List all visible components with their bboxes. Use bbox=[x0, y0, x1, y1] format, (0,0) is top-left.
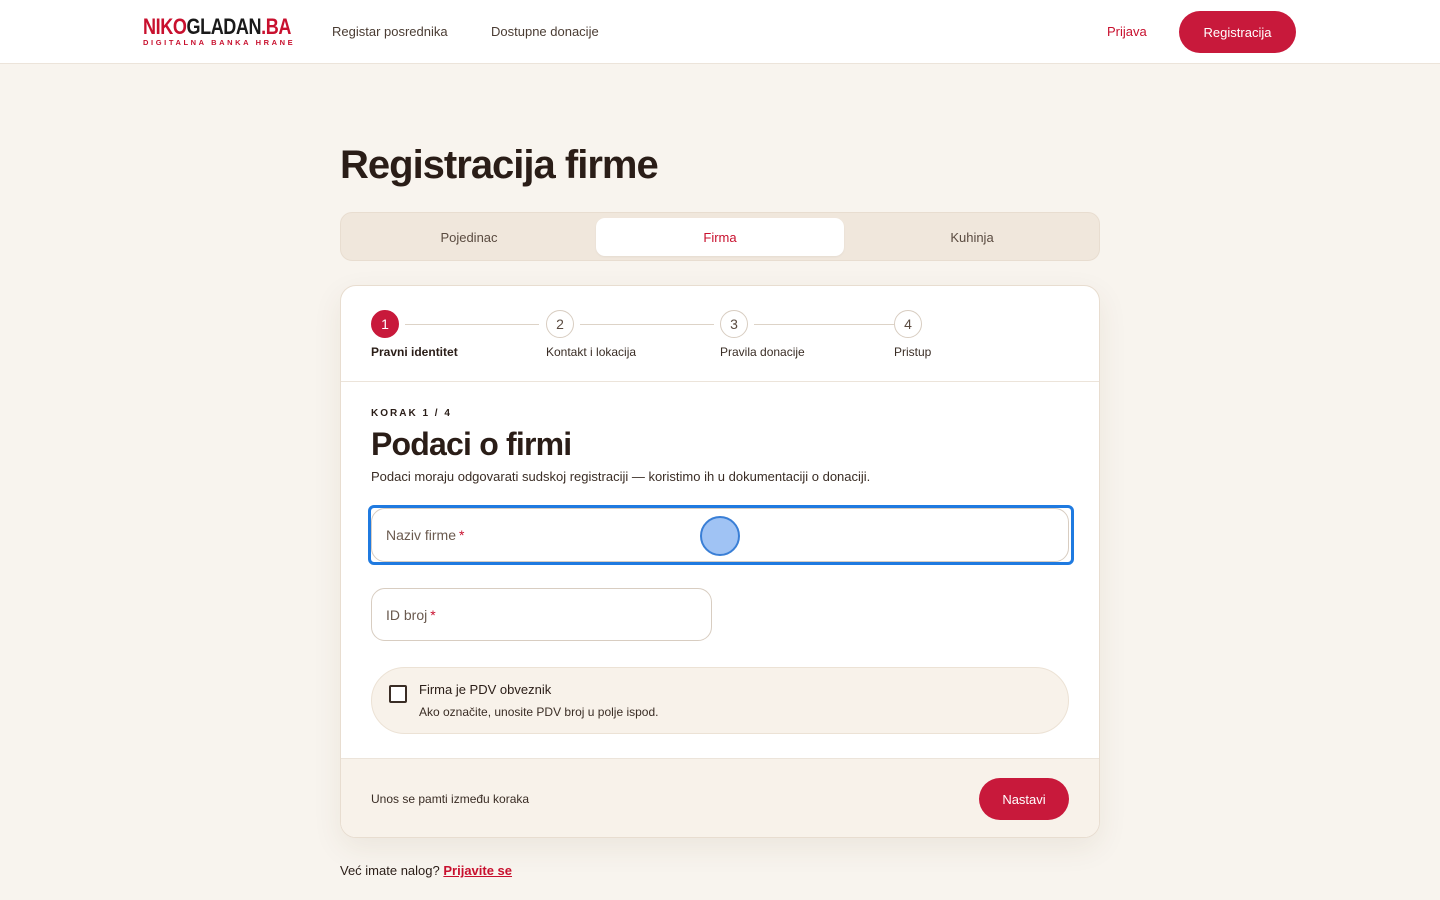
step-number: 3 bbox=[720, 310, 748, 338]
login-prompt-text: Već imate nalog? bbox=[340, 863, 440, 878]
company-name-label: Naziv firme bbox=[386, 527, 457, 543]
top-navigation: NIKOGLADAN.BA DIGITALNA BANKA HRANE Regi… bbox=[0, 0, 1440, 64]
pointer-cursor-icon bbox=[700, 516, 740, 556]
step-2: 2 Kontakt i lokacija bbox=[546, 310, 636, 359]
id-number-label: ID broj bbox=[386, 606, 428, 623]
step-label: Pristup bbox=[894, 345, 932, 359]
logo-wordmark-suffix: .BA bbox=[261, 14, 292, 39]
site-logo[interactable]: NIKOGLADAN.BA DIGITALNA BANKA HRANE bbox=[143, 16, 324, 47]
login-prompt-link[interactable]: Prijavite se bbox=[443, 863, 512, 878]
nav-link-registar-posrednika[interactable]: Registar posrednika bbox=[332, 24, 448, 39]
logo-wordmark-dark: GLADAN bbox=[186, 14, 262, 39]
login-link[interactable]: Prijava bbox=[1107, 24, 1147, 39]
step-connector bbox=[405, 324, 539, 325]
step-count: KORAK 1 / 4 bbox=[371, 408, 452, 419]
step-label: Pravni identitet bbox=[371, 345, 458, 359]
section-description: Podaci moraju odgovarati sudskoj registr… bbox=[371, 469, 871, 484]
tab-pojedinac[interactable]: Pojedinac bbox=[345, 218, 593, 256]
register-button[interactable]: Registracija bbox=[1179, 11, 1296, 53]
pdv-option[interactable]: Firma je PDV obveznik Ako označite, unos… bbox=[371, 667, 1069, 734]
id-number-field[interactable]: ID broj * bbox=[371, 588, 712, 641]
step-number: 2 bbox=[546, 310, 574, 338]
step-connector bbox=[580, 324, 714, 325]
step-1: 1 Pravni identitet bbox=[371, 310, 458, 359]
step-number: 4 bbox=[894, 310, 922, 338]
page-title: Registracija firme bbox=[340, 143, 659, 187]
logo-tagline: DIGITALNA BANKA HRANE bbox=[143, 38, 296, 47]
registration-card: 1 Pravni identitet 2 Kontakt i lokacija … bbox=[340, 285, 1100, 838]
next-button[interactable]: Nastavi bbox=[979, 778, 1069, 820]
stepper: 1 Pravni identitet 2 Kontakt i lokacija … bbox=[341, 286, 1099, 382]
tab-kuhinja[interactable]: Kuhinja bbox=[848, 218, 1096, 256]
required-mark: * bbox=[430, 606, 436, 623]
nav-link-dostupne-donacije[interactable]: Dostupne donacije bbox=[491, 24, 599, 39]
step-label: Kontakt i lokacija bbox=[546, 345, 637, 359]
step-connector bbox=[754, 324, 894, 325]
pdv-description: Ako označite, unosite PDV broj u polje i… bbox=[419, 705, 659, 719]
section-title: Podaci o firmi bbox=[371, 426, 572, 462]
step-4: 4 Pristup bbox=[894, 310, 931, 359]
step-3: 3 Pravila donacije bbox=[720, 310, 805, 359]
card-footer: Unos se pamti između koraka Nastavi bbox=[341, 758, 1099, 837]
logo-wordmark: NIKOGLADAN.BA bbox=[143, 16, 291, 38]
step-label: Pravila donacije bbox=[720, 345, 805, 359]
tab-firma[interactable]: Firma bbox=[596, 218, 844, 256]
autosave-note: Unos se pamti između koraka bbox=[371, 792, 530, 806]
login-prompt: Već imate nalog? Prijavite se bbox=[340, 863, 512, 878]
account-type-tabs: Pojedinac Firma Kuhinja bbox=[340, 212, 1100, 261]
step-number: 1 bbox=[371, 310, 399, 338]
logo-wordmark-red: NIKO bbox=[143, 14, 187, 39]
pdv-checkbox[interactable] bbox=[389, 685, 407, 703]
required-mark: * bbox=[459, 527, 465, 543]
pdv-title: Firma je PDV obveznik bbox=[419, 682, 552, 697]
